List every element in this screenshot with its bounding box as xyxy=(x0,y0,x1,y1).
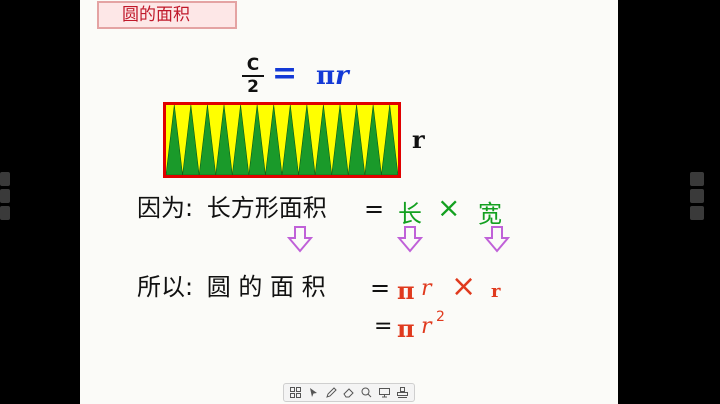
line2-r: r xyxy=(421,276,432,301)
line3-exponent: 2 xyxy=(436,309,445,325)
therefore-line: 所以: 圆 的 面 积 xyxy=(137,272,326,302)
slide-title: 圆的面积 xyxy=(97,1,237,29)
screen-icon[interactable] xyxy=(378,386,391,399)
down-arrow-3-icon xyxy=(484,226,510,253)
circle-area-text: 圆 的 面 积 xyxy=(206,273,326,301)
top-pi-r: πr xyxy=(316,63,349,89)
line1-equals: = xyxy=(364,195,385,223)
c-over-2-fraction: C 2 xyxy=(240,56,266,96)
line2-pi: π xyxy=(397,276,415,305)
eraser-icon[interactable] xyxy=(342,386,355,399)
because-prefix: 因为: xyxy=(137,194,194,222)
stamp-icon[interactable] xyxy=(396,386,409,399)
fraction-denominator: 2 xyxy=(247,77,259,97)
left-side-controls[interactable] xyxy=(0,172,10,223)
radius-label: r xyxy=(412,125,425,154)
rectangle-area-text: 长方形面积 xyxy=(206,194,327,222)
fraction-numerator: C xyxy=(246,55,260,75)
right-side-controls[interactable] xyxy=(690,172,704,223)
top-r: r xyxy=(335,61,349,91)
line2-r-second: r xyxy=(491,281,501,302)
rectangle-fill xyxy=(164,103,400,177)
width-text: 宽 xyxy=(478,200,502,228)
line3-r: r xyxy=(421,314,432,339)
zoom-icon[interactable] xyxy=(360,386,373,399)
line3-equals: = xyxy=(374,314,393,339)
pointer-icon[interactable] xyxy=(307,386,320,399)
line2-times: × xyxy=(451,269,477,304)
presentation-toolbar xyxy=(283,383,415,402)
therefore-prefix: 所以: xyxy=(137,273,194,301)
down-arrow-1-icon xyxy=(287,226,313,253)
line2-equals: = xyxy=(370,274,391,302)
line1-times: × xyxy=(437,191,461,224)
length-text: 长 xyxy=(398,200,422,228)
down-arrow-2-icon xyxy=(397,226,423,253)
because-line: 因为: 长方形面积 xyxy=(137,193,327,223)
pen-icon[interactable] xyxy=(325,386,338,399)
top-pi: π xyxy=(316,61,336,91)
line3-pi: π xyxy=(397,314,415,343)
rearranged-circle-rectangle xyxy=(163,102,401,178)
grid-icon[interactable] xyxy=(289,386,302,399)
top-equals-sign: = xyxy=(272,56,298,91)
